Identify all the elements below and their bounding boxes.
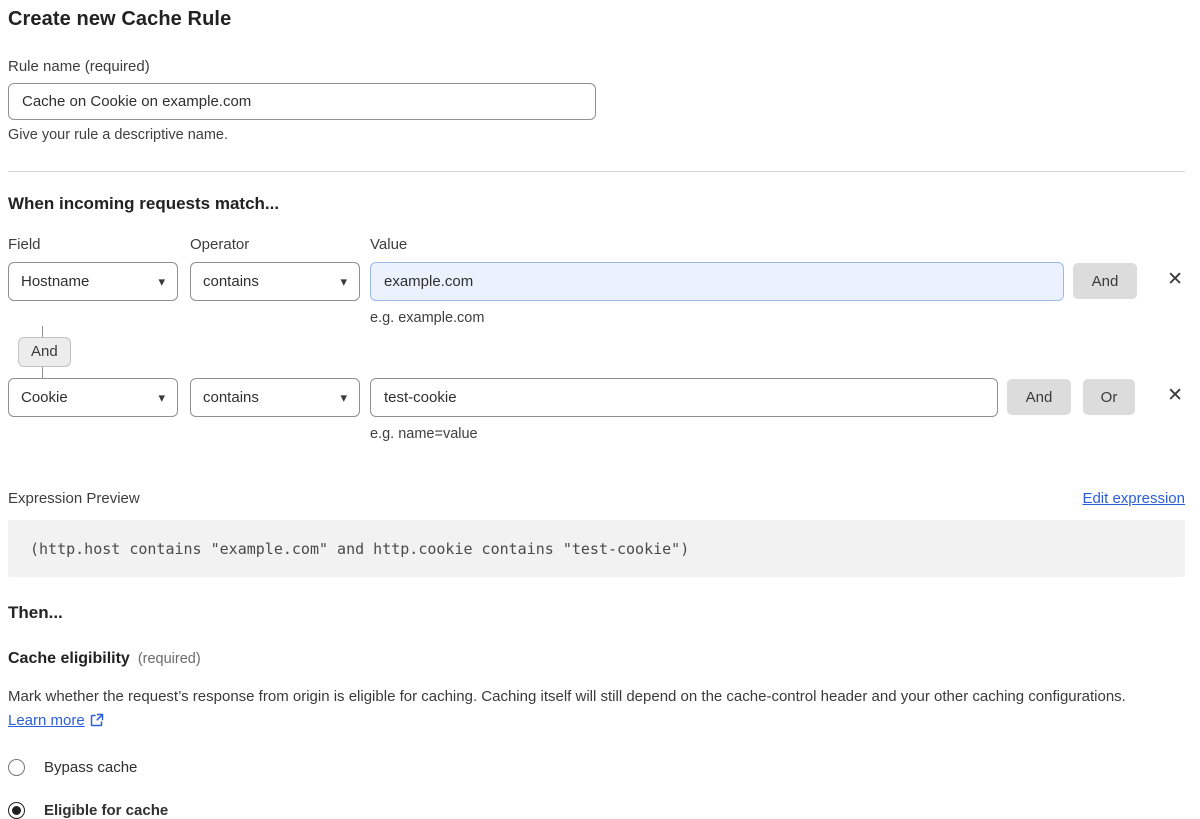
rule-name-helper: Give your rule a descriptive name.: [8, 127, 1185, 143]
learn-more-link[interactable]: Learn more: [8, 712, 85, 729]
field-select-value: Hostname: [21, 273, 89, 290]
value-input[interactable]: [370, 378, 998, 417]
condition-row: Cookie ▾ contains ▾ e.g. name=value And …: [8, 378, 1185, 442]
value-hint: e.g. example.com: [370, 310, 1064, 326]
operator-select-value: contains: [203, 389, 259, 406]
add-or-condition-button[interactable]: Or: [1083, 379, 1135, 415]
value-column-label: Value: [370, 236, 407, 253]
field-select-value: Cookie: [21, 389, 68, 406]
edit-expression-link[interactable]: Edit expression: [1082, 490, 1185, 507]
condition-connector: And: [8, 326, 1185, 378]
add-and-condition-button[interactable]: And: [1073, 263, 1137, 299]
field-select[interactable]: Hostname ▾: [8, 262, 178, 301]
operator-select-value: contains: [203, 273, 259, 290]
radio-button-icon[interactable]: [8, 759, 25, 776]
field-column-label: Field: [8, 236, 190, 253]
radio-option-eligible-for-cache[interactable]: Eligible for cache: [8, 802, 1185, 819]
value-column: e.g. name=value: [370, 378, 998, 442]
operator-select[interactable]: contains ▾: [190, 262, 360, 301]
description-text: Mark whether the request’s response from…: [8, 688, 1126, 705]
expression-preview-block: (http.host contains "example.com" and ht…: [8, 520, 1185, 577]
radio-option-bypass-cache[interactable]: Bypass cache: [8, 759, 1185, 776]
connector-and-button[interactable]: And: [18, 337, 71, 367]
required-note: (required): [138, 651, 201, 667]
connector-line: [42, 326, 43, 337]
rule-name-label: Rule name (required): [8, 58, 1185, 75]
operator-select[interactable]: contains ▾: [190, 378, 360, 417]
expression-preview-label: Expression Preview: [8, 490, 140, 507]
chevron-down-icon: ▾: [158, 391, 165, 404]
expression-code: (http.host contains "example.com" and ht…: [30, 540, 689, 558]
page-title: Create new Cache Rule: [8, 8, 1185, 31]
condition-column-labels: Field Operator Value: [8, 236, 1185, 253]
operator-column-label: Operator: [190, 236, 370, 253]
external-link-icon: [90, 711, 104, 735]
radio-option-label: Eligible for cache: [44, 802, 168, 819]
value-column: e.g. example.com: [370, 262, 1064, 326]
value-input[interactable]: [370, 262, 1064, 301]
match-section-heading: When incoming requests match...: [8, 194, 1185, 214]
rule-name-input[interactable]: [8, 83, 596, 120]
value-hint: e.g. name=value: [370, 426, 998, 442]
create-cache-rule-page: Create new Cache Rule Rule name (require…: [0, 0, 1200, 819]
remove-condition-icon[interactable]: ✕: [1165, 386, 1185, 405]
connector-line: [42, 367, 43, 378]
expression-preview-header: Expression Preview Edit expression: [8, 490, 1185, 507]
radio-option-label: Bypass cache: [44, 759, 137, 776]
chevron-down-icon: ▾: [340, 275, 347, 288]
cache-eligibility-description: Mark whether the request’s response from…: [8, 685, 1168, 735]
then-section-heading: Then...: [8, 603, 1185, 623]
condition-row: Hostname ▾ contains ▾ e.g. example.com A…: [8, 262, 1185, 326]
radio-button-icon[interactable]: [8, 802, 25, 819]
cache-eligibility-title: Cache eligibility: [8, 650, 130, 668]
cache-eligibility-heading: Cache eligibility (required): [8, 650, 1185, 668]
add-and-condition-button[interactable]: And: [1007, 379, 1071, 415]
field-select[interactable]: Cookie ▾: [8, 378, 178, 417]
section-divider: [8, 171, 1185, 172]
chevron-down-icon: ▾: [158, 275, 165, 288]
chevron-down-icon: ▾: [340, 391, 347, 404]
remove-condition-icon[interactable]: ✕: [1165, 270, 1185, 289]
